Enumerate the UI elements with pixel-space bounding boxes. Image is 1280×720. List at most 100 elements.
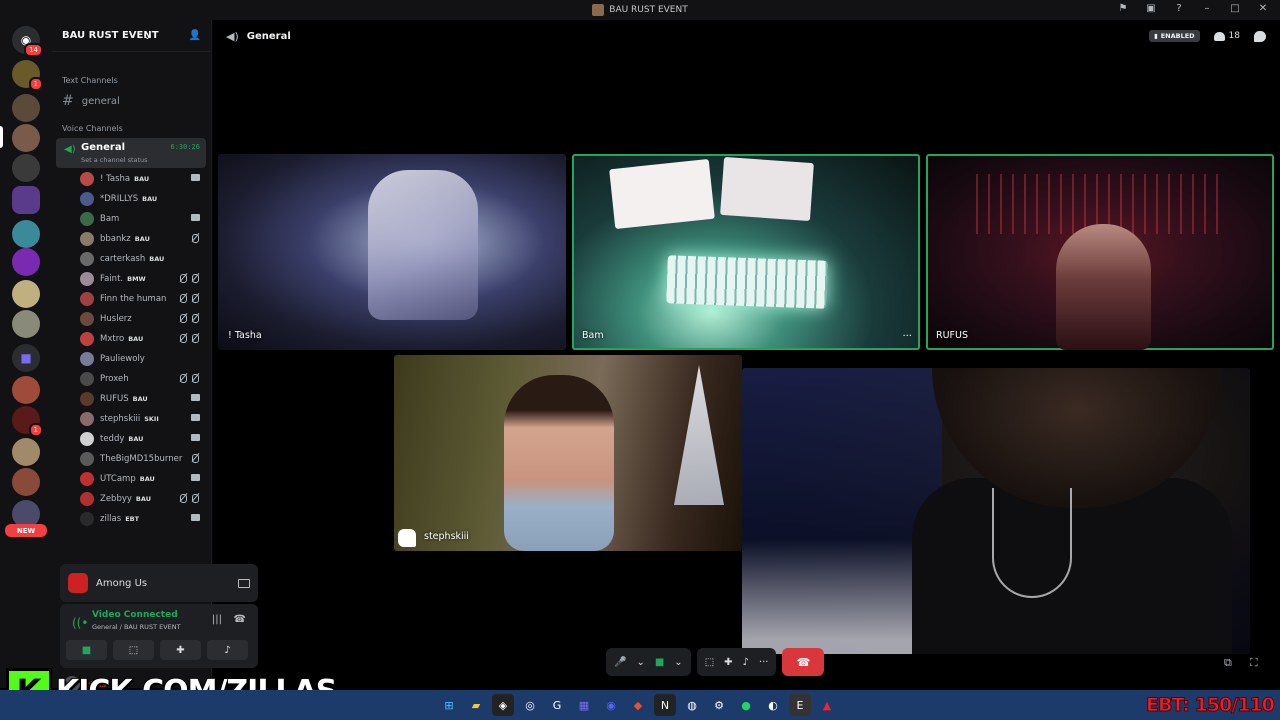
avatar[interactable]: [80, 332, 94, 346]
screen-icon[interactable]: [238, 578, 250, 588]
server-icon-bau[interactable]: [12, 124, 40, 152]
channel-status[interactable]: Set a channel status: [81, 156, 148, 164]
voice-member[interactable]: Zebbyy BAU: [80, 490, 204, 508]
voice-member[interactable]: Pauliewoly: [80, 350, 204, 368]
participants-button[interactable]: 18: [1213, 31, 1240, 41]
home-button[interactable]: ◉ 14: [12, 26, 43, 57]
avatar[interactable]: [80, 372, 94, 386]
avatar[interactable]: [80, 212, 94, 226]
app-icon[interactable]: ▦: [573, 694, 595, 716]
voice-member[interactable]: RUFUS BAU: [80, 390, 204, 408]
server-icon-2[interactable]: [12, 94, 40, 122]
end-call-button[interactable]: ☎: [782, 648, 825, 676]
more-options-icon[interactable]: ···: [902, 331, 912, 342]
server-icon-4[interactable]: [12, 186, 40, 214]
add-member-icon[interactable]: 👤: [189, 30, 201, 41]
obs-icon[interactable]: ◎: [519, 694, 541, 716]
voice-member[interactable]: ! Tasha BAU: [80, 170, 204, 188]
app-icon[interactable]: N: [654, 694, 676, 716]
video-tile-stephskiii[interactable]: stephskiii: [394, 355, 742, 551]
popout-icon[interactable]: ⧉: [1224, 656, 1232, 670]
server-icon-10[interactable]: 1: [12, 406, 43, 437]
voice-member[interactable]: bbankz BAU: [80, 230, 204, 248]
microphone-icon[interactable]: 🎤: [614, 657, 626, 668]
voice-member[interactable]: Mxtro BAU: [80, 330, 204, 348]
fullscreen-icon[interactable]: ⛶: [1250, 656, 1258, 670]
app-icon[interactable]: ◐: [762, 694, 784, 716]
discord-icon[interactable]: ◉: [600, 694, 622, 716]
more-icon[interactable]: ···: [759, 657, 769, 668]
connection-location[interactable]: General / BAU RUST EVENT: [92, 623, 181, 631]
voice-member[interactable]: carterkash BAU: [80, 250, 204, 268]
server-icon-1[interactable]: 1: [12, 60, 43, 91]
video-tile-bam[interactable]: Bam ···: [572, 154, 920, 350]
app-icon[interactable]: ◆: [627, 694, 649, 716]
screenshare-icon[interactable]: ⬚: [705, 657, 714, 668]
server-header[interactable]: BAU RUST EVENT ⌄ 👤: [52, 20, 211, 52]
video-tile-focused[interactable]: [742, 368, 1250, 654]
avatar[interactable]: [80, 172, 94, 186]
connection-status[interactable]: Video Connected: [92, 610, 178, 620]
avatar[interactable]: [80, 232, 94, 246]
app-icon[interactable]: ◈: [492, 694, 514, 716]
voice-channel-general[interactable]: ◀) General Set a channel status 6:30:26: [56, 138, 206, 168]
avatar[interactable]: [80, 312, 94, 326]
screenshare-button[interactable]: ⬚: [113, 640, 154, 660]
avatar[interactable]: [80, 292, 94, 306]
server-icon-9[interactable]: [12, 376, 40, 404]
chevron-down-icon[interactable]: ⌄: [636, 657, 644, 668]
voice-member[interactable]: Huslerz: [80, 310, 204, 328]
server-icon-12[interactable]: [12, 468, 40, 496]
voice-member[interactable]: Proxeh: [80, 370, 204, 388]
voice-member[interactable]: zillas EBT: [80, 510, 204, 528]
avatar[interactable]: [80, 472, 94, 486]
voice-member[interactable]: teddy BAU: [80, 430, 204, 448]
voice-member[interactable]: TheBigMD15burner: [80, 450, 204, 468]
voice-member[interactable]: Finn the human: [80, 290, 204, 308]
category-voice-channels[interactable]: Voice Channels: [62, 124, 123, 133]
spotify-icon[interactable]: ●: [735, 694, 757, 716]
video-tile-tasha[interactable]: ! Tasha: [218, 154, 566, 350]
minimize-button[interactable]: –: [1200, 3, 1214, 14]
folder-icon[interactable]: ■: [12, 344, 40, 372]
chrome-icon[interactable]: ◍: [681, 694, 703, 716]
inbox-icon[interactable]: ▣: [1144, 3, 1158, 14]
among-us-icon[interactable]: ▲: [816, 694, 838, 716]
avatar[interactable]: [80, 252, 94, 266]
avatar[interactable]: [80, 432, 94, 446]
start-icon[interactable]: ⊞: [438, 694, 460, 716]
chat-icon[interactable]: [1254, 30, 1266, 42]
activities-icon[interactable]: ✚: [724, 657, 732, 668]
camera-icon[interactable]: ■: [655, 657, 664, 668]
soundboard-icon[interactable]: ♪: [743, 657, 749, 668]
server-icon-3[interactable]: [12, 154, 40, 182]
close-button[interactable]: ✕: [1256, 3, 1270, 14]
new-badge[interactable]: NEW: [5, 524, 47, 537]
disconnect-icon[interactable]: ☎: [234, 614, 246, 625]
category-text-channels[interactable]: Text Channels: [62, 76, 118, 85]
camera-button[interactable]: ■: [66, 640, 107, 660]
avatar[interactable]: [80, 272, 94, 286]
channel-general-text[interactable]: # general: [62, 92, 202, 110]
steam-icon[interactable]: ⚙: [708, 694, 730, 716]
server-icon-8[interactable]: [12, 310, 40, 338]
soundboard-button[interactable]: ♪: [207, 640, 248, 660]
server-icon-5[interactable]: [12, 220, 40, 248]
enabled-badge[interactable]: ▮ ENABLED: [1149, 30, 1200, 42]
server-icon-11[interactable]: [12, 438, 40, 466]
voice-member[interactable]: UTCamp BAU: [80, 470, 204, 488]
help-icon[interactable]: ?: [1172, 3, 1186, 14]
avatar[interactable]: [80, 452, 94, 466]
server-icon-6[interactable]: [12, 248, 40, 276]
avatar[interactable]: [80, 412, 94, 426]
avatar[interactable]: [80, 392, 94, 406]
voice-member[interactable]: Faint. BMW: [80, 270, 204, 288]
epic-icon[interactable]: E: [789, 694, 811, 716]
avatar[interactable]: [80, 352, 94, 366]
activity-panel[interactable]: Among Us: [60, 564, 258, 602]
voice-member[interactable]: *DRILLYS BAU: [80, 190, 204, 208]
avatar[interactable]: [80, 512, 94, 526]
noise-suppression-icon[interactable]: |||: [212, 614, 222, 625]
app-icon[interactable]: G: [546, 694, 568, 716]
chevron-down-icon[interactable]: ⌄: [674, 657, 682, 668]
